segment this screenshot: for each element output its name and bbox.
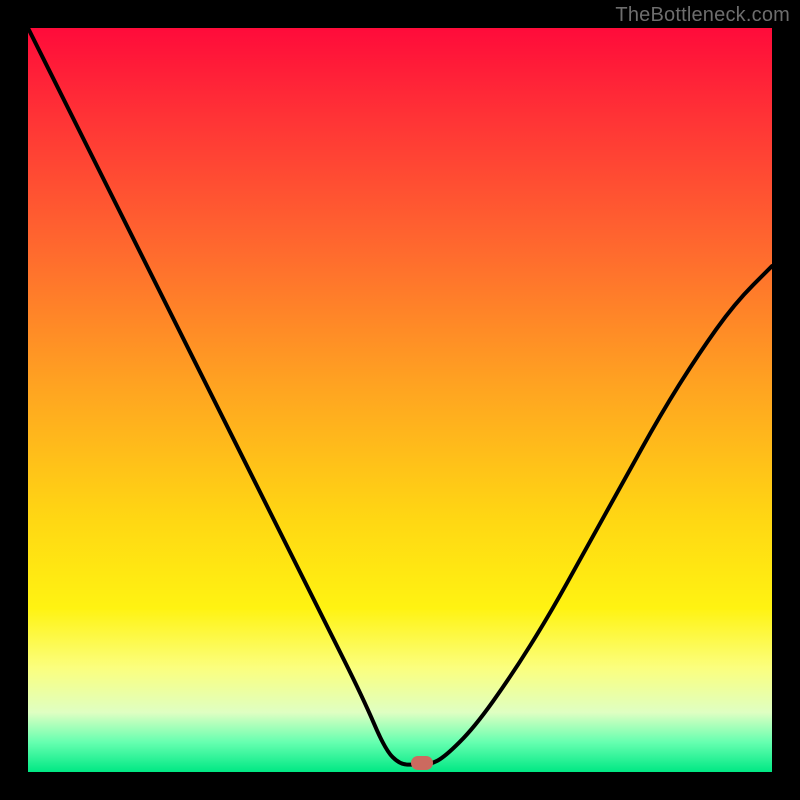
optimum-marker <box>411 756 433 770</box>
plot-area <box>28 28 772 772</box>
curve-svg <box>28 28 772 772</box>
watermark-text: TheBottleneck.com <box>615 4 790 27</box>
chart-frame: TheBottleneck.com <box>0 0 800 800</box>
bottleneck-curve <box>28 28 772 765</box>
